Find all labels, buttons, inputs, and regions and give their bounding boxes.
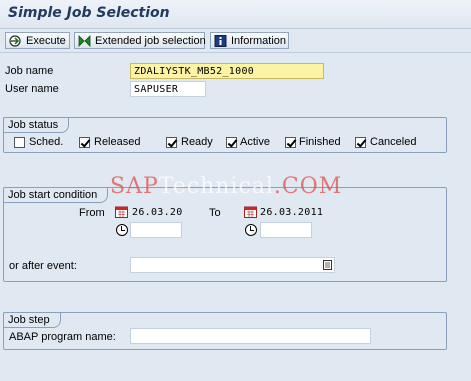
- watermark-sap: SAP: [110, 174, 159, 199]
- to-date-input[interactable]: 26.03.2011: [258, 205, 324, 221]
- extended-job-selection-label: Extended job selection: [95, 35, 206, 47]
- job-name-label: Job name: [5, 65, 54, 77]
- to-clock-icon[interactable]: [245, 224, 257, 236]
- application-toolbar: Execute Extended job selection Informati…: [0, 30, 471, 53]
- abap-program-name-input[interactable]: [130, 328, 371, 344]
- finished-label: Finished: [299, 136, 341, 148]
- released-checkbox[interactable]: [79, 137, 90, 148]
- execute-icon: [9, 35, 21, 47]
- finished-checkbox[interactable]: [285, 137, 296, 148]
- value-help-icon[interactable]: [323, 260, 332, 270]
- from-label: From: [79, 207, 105, 219]
- sched-label: Sched.: [29, 136, 64, 148]
- bow-tie-icon: [78, 35, 91, 47]
- released-label: Released: [94, 136, 141, 148]
- job-start-condition-title: Job start condition: [3, 187, 109, 203]
- from-date-input[interactable]: 26.03.2011: [130, 205, 182, 221]
- title-bar: Simple Job Selection: [0, 0, 471, 29]
- to-time-input[interactable]: [260, 222, 312, 238]
- from-clock-icon[interactable]: [116, 224, 128, 236]
- abap-program-name-label: ABAP program name:: [9, 331, 116, 343]
- execute-button[interactable]: Execute: [5, 32, 70, 49]
- information-label: Information: [231, 35, 287, 47]
- canceled-checkbox[interactable]: [355, 137, 366, 148]
- from-calendar-icon[interactable]: [115, 206, 128, 218]
- ready-checkbox[interactable]: [166, 137, 177, 148]
- info-icon: [214, 35, 227, 47]
- active-label: Active: [240, 136, 270, 148]
- information-button[interactable]: Information: [210, 32, 289, 49]
- page-title: Simple Job Selection: [8, 5, 170, 21]
- user-name-input[interactable]: SAPUSER: [130, 81, 206, 97]
- job-name-input[interactable]: ZDALIYSTK_MB52_1000: [130, 63, 324, 79]
- after-event-input[interactable]: [130, 257, 335, 273]
- canceled-label: Canceled: [370, 136, 417, 148]
- job-step-title: Job step: [3, 312, 61, 328]
- extended-job-selection-button[interactable]: Extended job selection: [74, 32, 206, 49]
- user-name-label: User name: [5, 83, 59, 95]
- active-checkbox[interactable]: [226, 137, 237, 148]
- to-calendar-icon[interactable]: [244, 206, 257, 218]
- execute-label: Execute: [26, 35, 66, 47]
- job-status-title: Job status: [3, 117, 70, 133]
- after-event-label: or after event:: [9, 260, 77, 272]
- watermark-technical: Technical: [158, 174, 274, 199]
- to-label: To: [209, 207, 221, 219]
- from-time-input[interactable]: [130, 222, 182, 238]
- watermark: SAPTechnical.COM: [110, 174, 342, 199]
- watermark-com: .COM: [273, 174, 343, 199]
- ready-label: Ready: [181, 136, 213, 148]
- sched-checkbox[interactable]: [14, 137, 25, 148]
